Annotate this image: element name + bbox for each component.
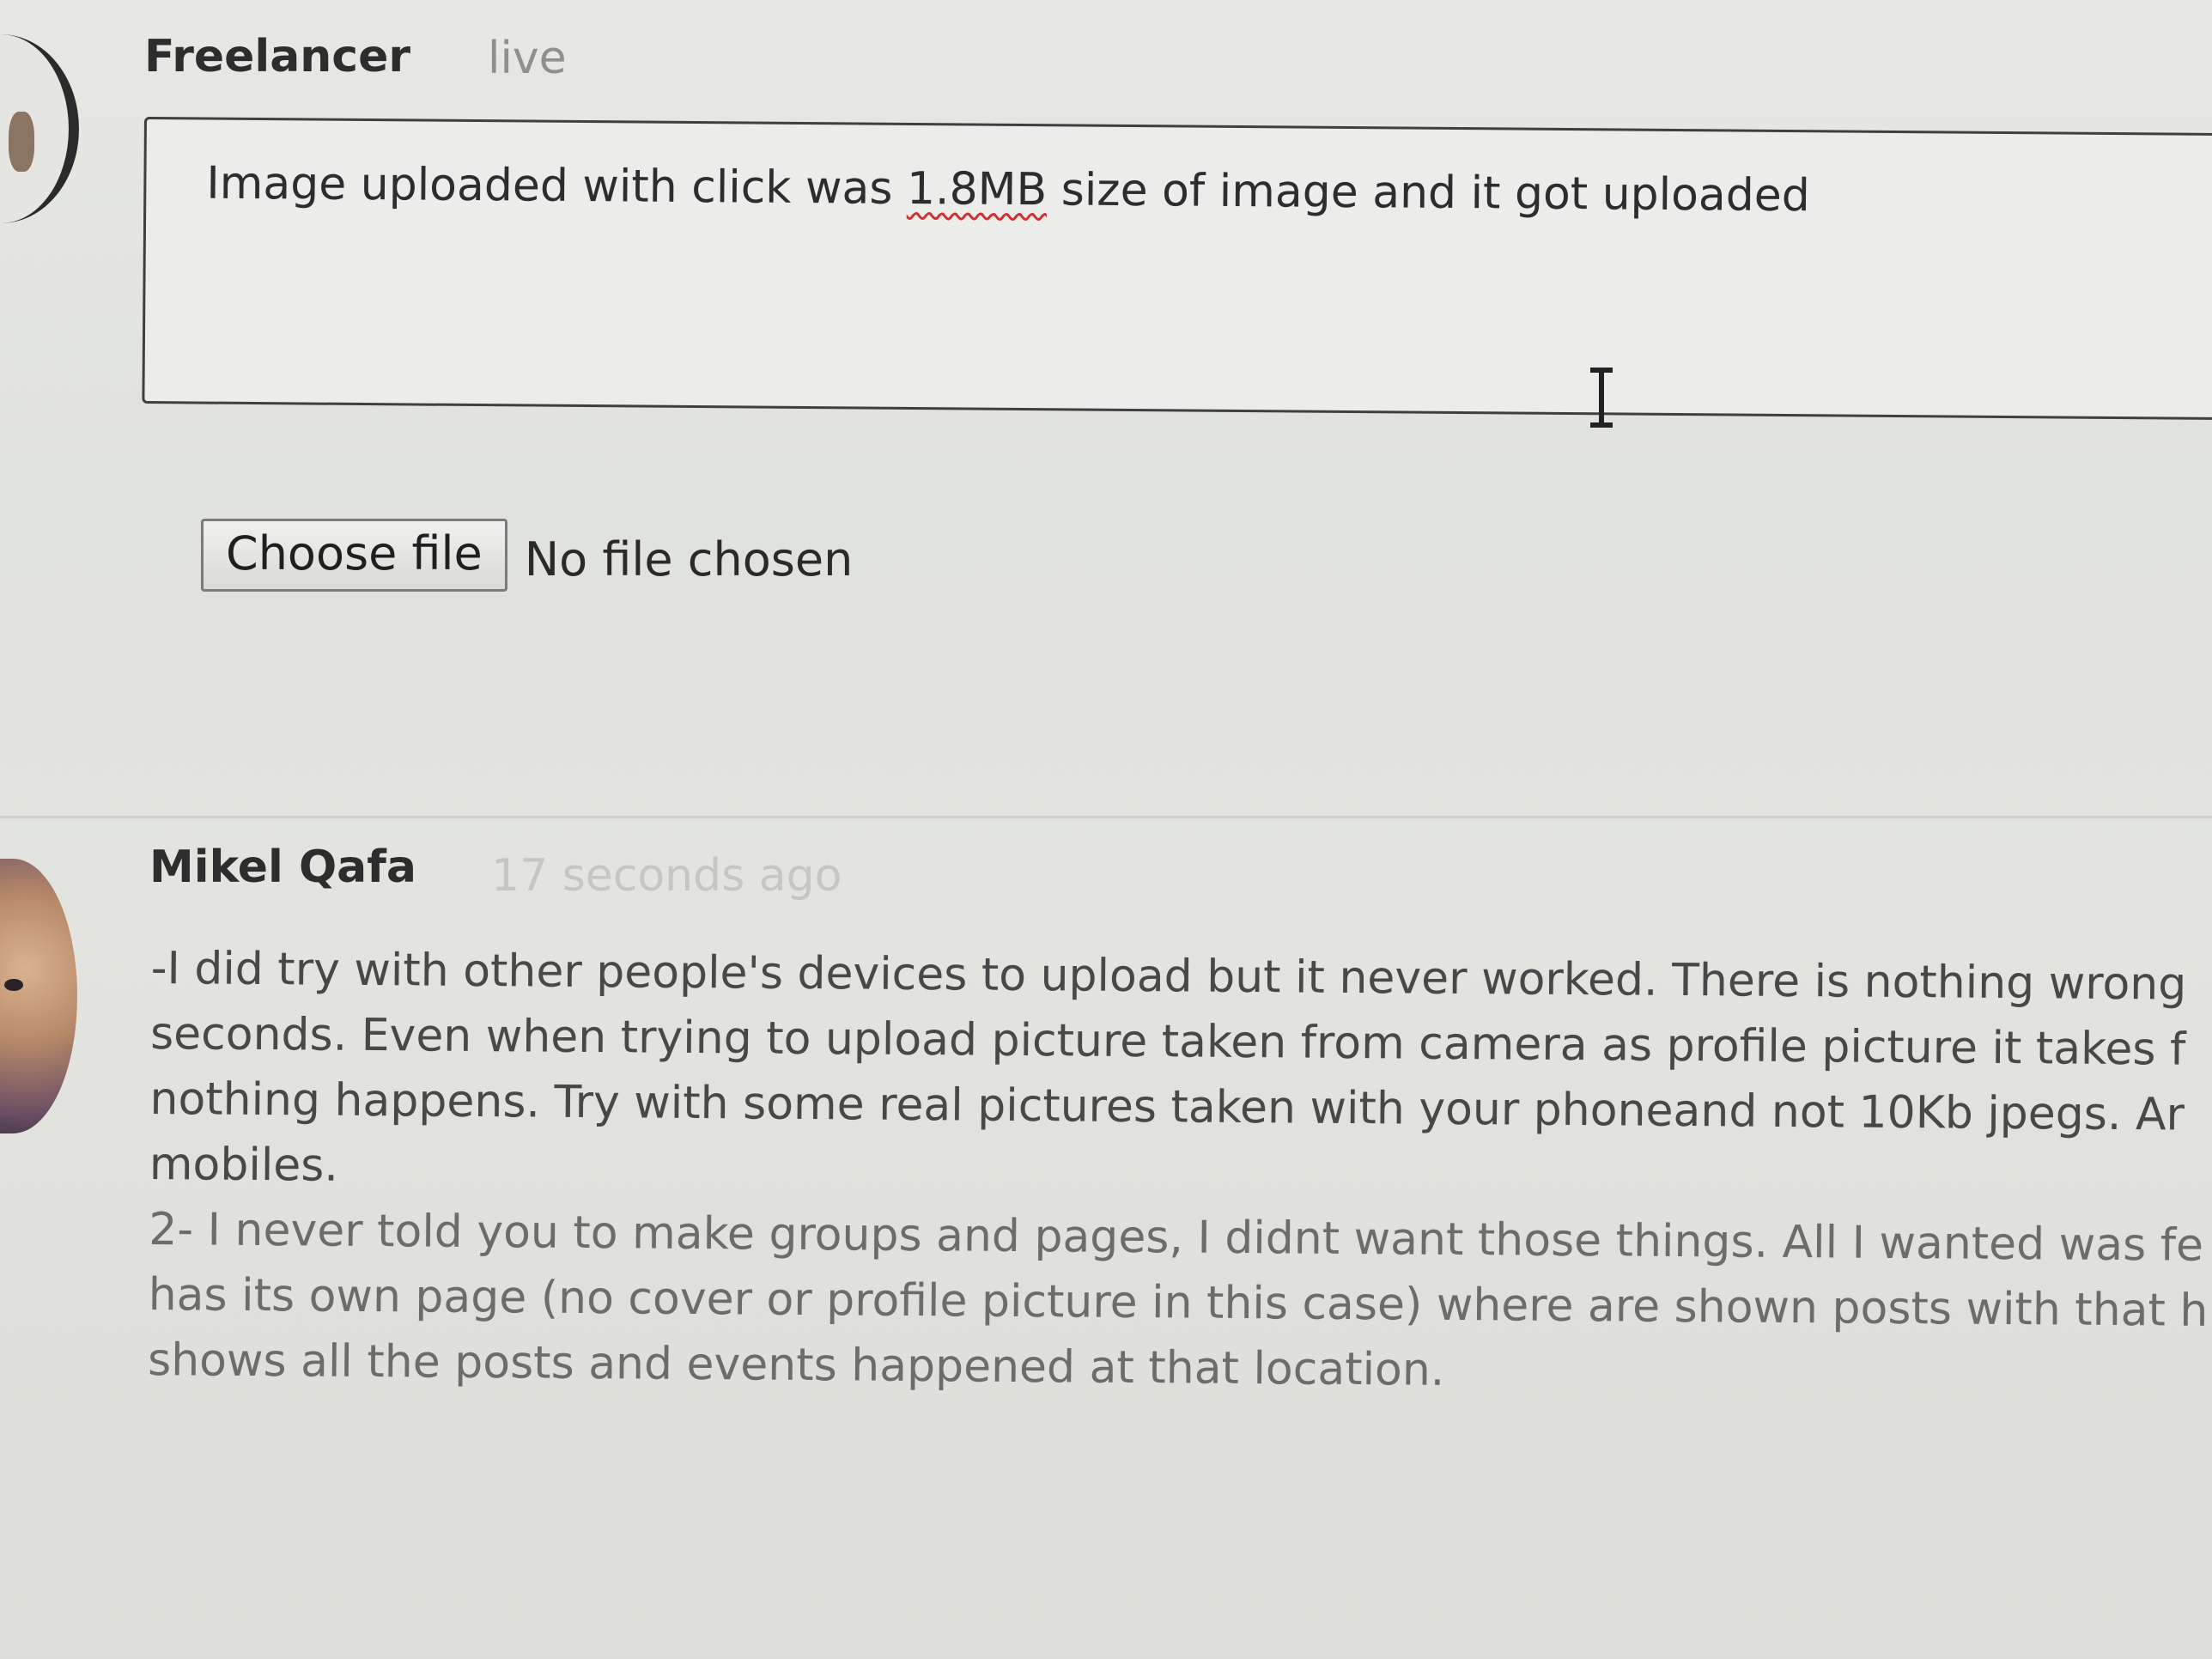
comment-textarea[interactable]: Image uploaded with click was 1.8MB size… [142, 117, 2212, 421]
choose-file-button[interactable]: Choose file [201, 519, 507, 592]
freelancer-avatar[interactable] [0, 34, 79, 223]
post-username[interactable]: Mikel Qafa [149, 842, 416, 893]
composer-username[interactable]: Freelancer [144, 31, 410, 82]
post-divider [0, 816, 2212, 818]
file-input[interactable]: Choose file No file chosen [201, 519, 853, 592]
spellcheck-word: 1.8MB [906, 162, 1048, 216]
text-cursor-icon [1589, 368, 1614, 428]
live-status: live [488, 33, 567, 84]
post-timestamp[interactable]: 17 seconds ago [491, 850, 842, 902]
comment-text: Image uploaded with click was 1.8MB size… [206, 158, 1810, 222]
post-body: -I did try with other people's devices t… [148, 936, 2212, 1409]
file-status-text: No file chosen [524, 532, 854, 586]
comment-text-end: size of image and it got uploaded [1046, 164, 1811, 222]
mikel-qafa-avatar[interactable] [0, 859, 77, 1133]
comment-text-start: Image uploaded with click was [206, 157, 908, 215]
avatar-eye [4, 979, 23, 991]
avatar-face [9, 112, 34, 172]
